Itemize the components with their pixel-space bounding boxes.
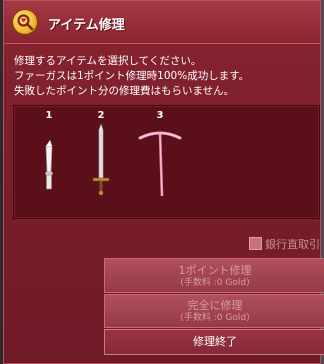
item-slot[interactable]: 2	[81, 110, 121, 200]
instruction-line: 修理するアイテムを選択してください。	[14, 55, 202, 67]
button-label: 完全に修理	[187, 299, 243, 312]
knife-icon	[45, 140, 53, 190]
pickaxe-icon	[138, 131, 182, 197]
title-bar[interactable]: アイテム修理	[4, 1, 320, 44]
instruction-line: ファーガスは1ポイント修理時100%成功します。	[14, 70, 250, 82]
item-list-panel: 1 2 3	[13, 105, 320, 219]
instructions: 修理するアイテムを選択してください。 ファーガスは1ポイント修理時100%成功し…	[14, 54, 314, 99]
end-repair-button[interactable]: 修理終了	[104, 329, 324, 355]
sword-icon	[92, 124, 110, 196]
window-title: アイテム修理	[48, 18, 125, 33]
item-number: 3	[156, 110, 164, 121]
full-repair-button[interactable]: 完全に修理 (手数料 :0 Gold)	[104, 294, 324, 328]
bank-direct-label: 銀行直取引	[265, 238, 320, 251]
bank-direct-checkbox[interactable]	[249, 237, 262, 250]
repair-fee: (手数料 :0 Gold)	[180, 313, 250, 323]
repair-search-icon	[12, 9, 38, 35]
repair-window: アイテム修理 修理するアイテムを選択してください。 ファーガスは1ポイント修理時…	[3, 0, 324, 364]
item-slot[interactable]: 3	[136, 110, 184, 200]
item-number: 1	[45, 110, 53, 121]
item-slot[interactable]: 1	[29, 110, 69, 200]
item-number: 2	[97, 110, 105, 121]
repair-fee: (手数料 :0 Gold)	[180, 278, 250, 288]
button-label: 1ポイント修理	[178, 264, 252, 277]
instruction-line: 失敗したポイント分の修理費はもらいません。	[14, 85, 235, 97]
point-repair-button[interactable]: 1ポイント修理 (手数料 :0 Gold)	[104, 258, 324, 293]
